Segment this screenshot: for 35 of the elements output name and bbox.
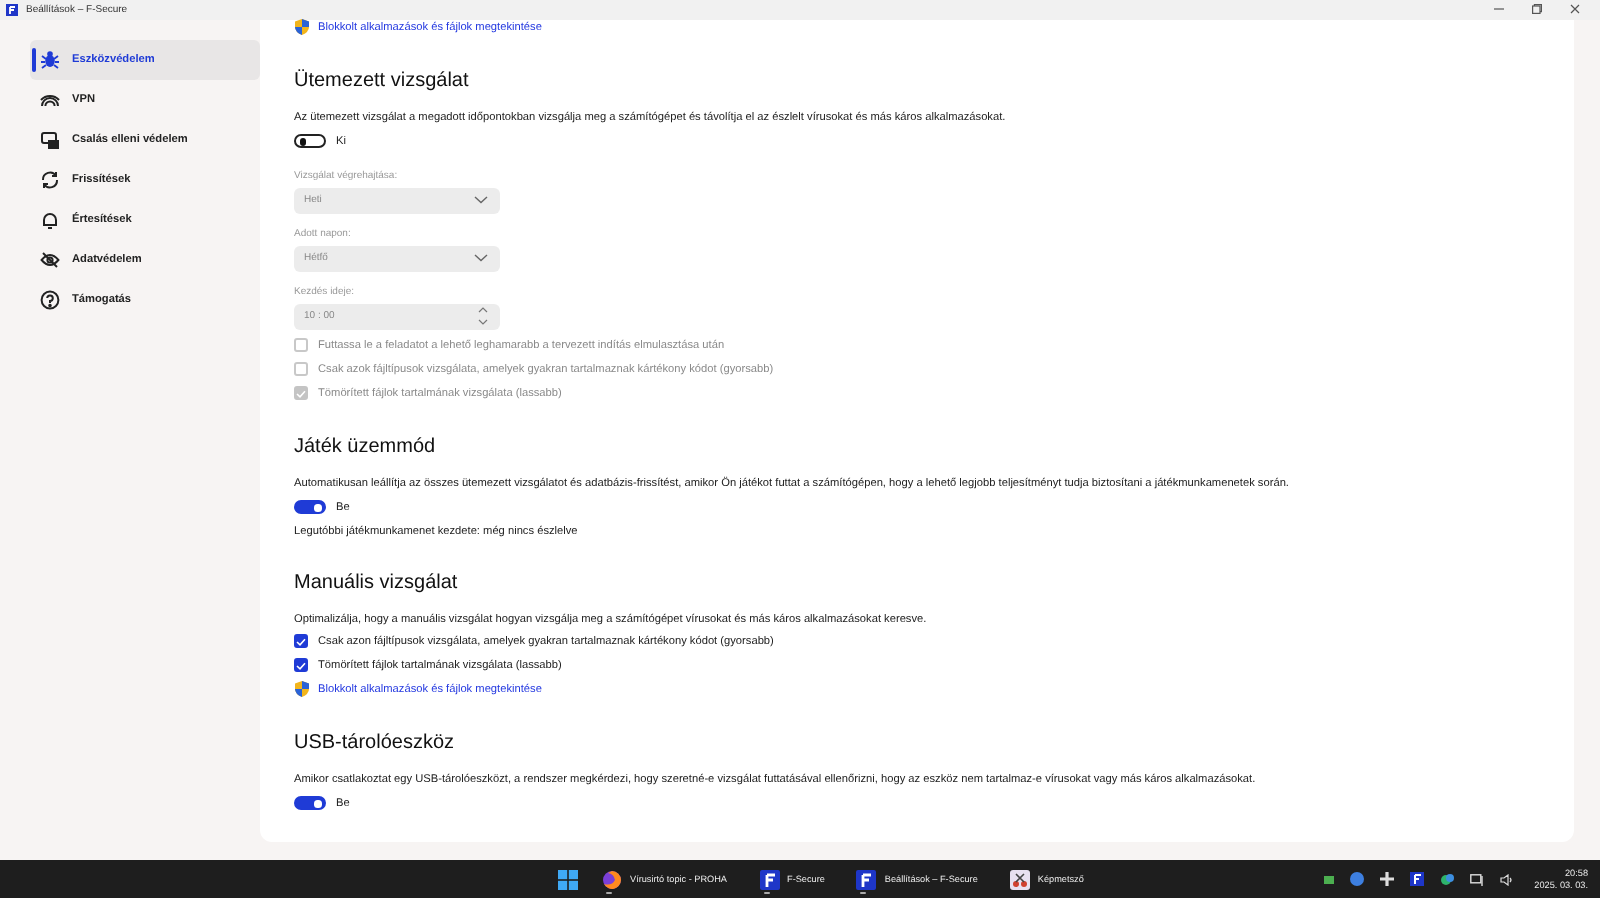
app-logo-icon <box>856 869 877 890</box>
toggle-switch[interactable] <box>294 500 326 515</box>
checkmark-icon <box>296 389 306 398</box>
app-logo-icon <box>759 869 780 890</box>
section-heading: USB-tárolóeszköz <box>294 731 457 756</box>
checkbox[interactable] <box>294 634 308 649</box>
section-heading: Játék üzemmód <box>294 435 438 460</box>
browser-icon <box>602 869 622 890</box>
chevron-down-icon <box>474 254 488 263</box>
minimize-icon <box>1494 4 1504 15</box>
maximize-icon <box>1532 4 1542 15</box>
help-icon <box>40 289 60 310</box>
spinner-arrows-icon <box>478 306 488 327</box>
scissors-icon <box>1009 869 1030 890</box>
section-heading: Ütemezett vizsgálat <box>294 69 471 94</box>
checkmark-icon <box>296 661 306 670</box>
close-icon <box>1570 4 1580 15</box>
refresh-icon <box>40 169 60 190</box>
section-heading: Manuális vizsgálat <box>294 571 460 596</box>
start-icon <box>558 869 578 890</box>
toggle-switch[interactable] <box>294 134 326 149</box>
shield-icon <box>294 680 310 699</box>
speaker-icon <box>1500 873 1515 886</box>
eye-slash-icon <box>40 249 60 270</box>
wifi-arcs-icon <box>40 89 60 110</box>
bell-icon <box>40 209 60 230</box>
checkbox[interactable] <box>294 658 308 673</box>
app-logo-icon <box>1410 872 1425 887</box>
checkmark-icon <box>296 637 306 646</box>
toggle-switch[interactable] <box>294 796 326 811</box>
chevron-down-icon <box>474 196 488 205</box>
monitor-icon <box>1470 873 1485 886</box>
shield-icon <box>294 18 310 37</box>
bug-icon <box>40 49 60 70</box>
app-logo-icon <box>6 3 18 16</box>
